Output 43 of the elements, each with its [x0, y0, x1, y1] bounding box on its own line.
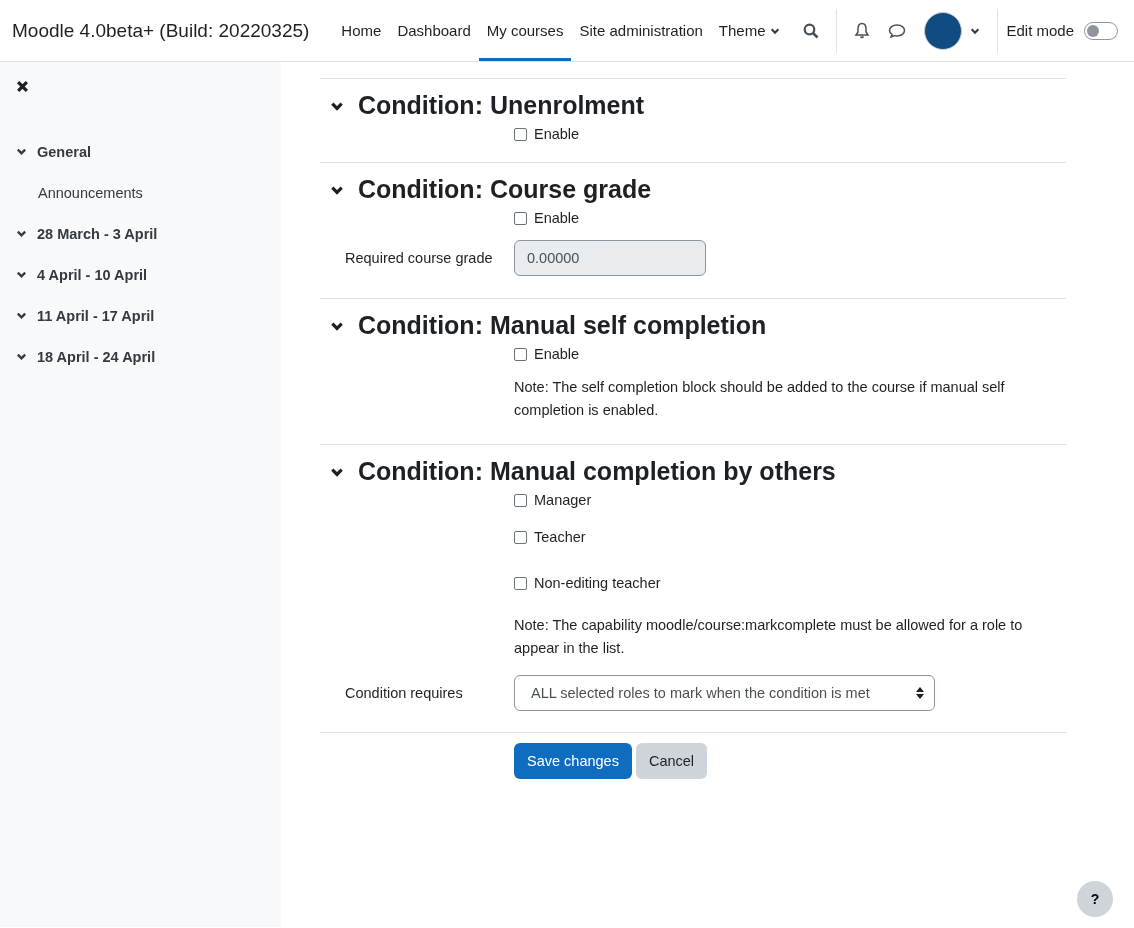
search-icon[interactable]	[803, 22, 820, 39]
note-text: Note: The self completion block should be added to the course if manual self completion is enabled.	[514, 378, 1006, 420]
sidebar-item[interactable]: Announcements	[38, 184, 143, 201]
user-avatar[interactable]	[924, 11, 963, 50]
chevron-down-icon	[16, 228, 27, 239]
section-heading[interactable]: Condition: Unenrolment	[358, 91, 645, 120]
sidebar-section[interactable]: 28 March - 3 April	[16, 213, 265, 254]
chevron-down-icon	[16, 351, 27, 362]
sidebar-section[interactable]: 18 April - 24 April	[16, 336, 265, 377]
save-button[interactable]: Save changes	[514, 743, 632, 779]
section-heading[interactable]: Condition: Manual self completion	[358, 311, 767, 340]
edit-mode-toggle[interactable]	[1084, 21, 1118, 40]
checkbox[interactable]: Teacher	[514, 529, 586, 545]
chevron-down-icon	[16, 269, 27, 280]
sidebar-section[interactable]: 4 April - 10 April	[16, 254, 265, 295]
help-button[interactable]: ?	[1077, 881, 1113, 917]
cancel-button[interactable]: Cancel	[635, 743, 708, 779]
checkbox[interactable]: Enable	[514, 346, 580, 362]
sidebar-section[interactable]: 11 April - 17 April	[16, 295, 265, 336]
select-dropdown[interactable]: ALL selected roles to mark when the condition is met	[514, 675, 935, 711]
chevron-down-icon	[16, 146, 27, 157]
sidebar-section[interactable]: General	[16, 131, 265, 172]
nav-link[interactable]: Dashboard	[389, 0, 479, 61]
nav-link[interactable]: Theme	[710, 0, 788, 61]
field-label: Required course grade	[344, 250, 494, 266]
nav-link[interactable]: My courses	[478, 0, 572, 61]
nav-link[interactable]: Home	[333, 0, 390, 61]
bell-icon[interactable]	[854, 22, 871, 39]
close-icon[interactable]	[16, 80, 29, 93]
checkbox[interactable]: Enable	[514, 126, 580, 142]
checkbox[interactable]: Non-editing teacher	[514, 575, 661, 591]
checkbox[interactable]: Enable	[514, 210, 580, 226]
sort-icon	[916, 687, 924, 699]
edit-mode-label: Edit mode	[1006, 22, 1074, 39]
note-text: Note: The capability moodle/course:markcomplete must be allowed for a role to appear in the list.	[514, 616, 1024, 658]
chat-icon[interactable]	[888, 22, 907, 39]
chevron-down-icon	[16, 310, 27, 321]
site-name[interactable]: Moodle 4.0beta+ (Build: 20220325)	[12, 19, 310, 42]
nav-link[interactable]: Site administration	[571, 0, 711, 61]
checkbox[interactable]: Manager	[514, 492, 592, 508]
section-heading[interactable]: Condition: Course grade	[358, 175, 652, 204]
section-heading[interactable]: Condition: Manual completion by others	[358, 457, 836, 486]
field-label: Condition requires	[344, 685, 464, 701]
